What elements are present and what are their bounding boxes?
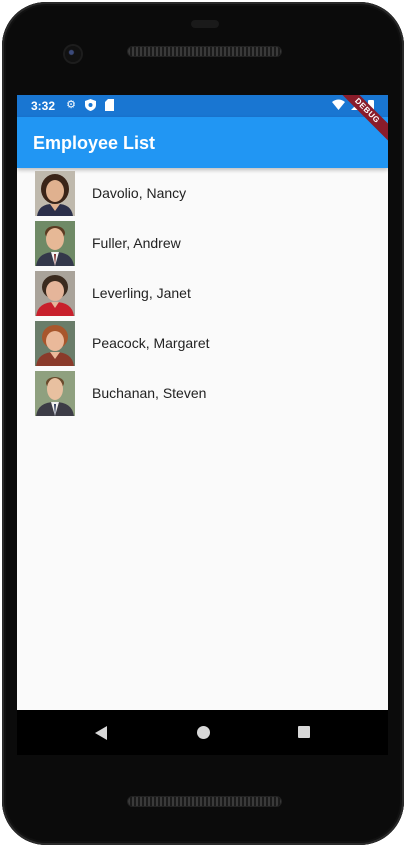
wifi-icon bbox=[332, 99, 345, 111]
earpiece-notch bbox=[191, 20, 219, 28]
app-screen: 3:32 ⚙ Employee List DEBUG Davolio, Nanc… bbox=[17, 95, 388, 710]
list-item[interactable]: Davolio, Nancy bbox=[17, 168, 388, 218]
avatar bbox=[35, 271, 75, 316]
shield-icon bbox=[84, 99, 96, 111]
list-item[interactable]: Buchanan, Steven bbox=[17, 368, 388, 418]
avatar bbox=[35, 371, 75, 416]
avatar bbox=[35, 171, 75, 216]
employee-list: Davolio, Nancy Fuller, Andrew Leverling,… bbox=[17, 168, 388, 418]
back-icon[interactable] bbox=[95, 726, 107, 740]
list-item[interactable]: Fuller, Andrew bbox=[17, 218, 388, 268]
employee-name: Peacock, Margaret bbox=[92, 335, 210, 351]
employee-name: Davolio, Nancy bbox=[92, 185, 187, 201]
home-icon[interactable] bbox=[197, 726, 210, 739]
sd-card-icon bbox=[103, 99, 115, 111]
employee-name: Leverling, Janet bbox=[92, 285, 191, 301]
employee-name: Fuller, Andrew bbox=[92, 235, 181, 251]
bottom-speaker-grille bbox=[128, 797, 281, 806]
list-item[interactable]: Peacock, Margaret bbox=[17, 318, 388, 368]
navigation-bar bbox=[17, 710, 388, 755]
recents-icon[interactable] bbox=[298, 726, 310, 738]
status-bar: 3:32 ⚙ bbox=[17, 95, 388, 117]
avatar bbox=[35, 321, 75, 366]
employee-name: Buchanan, Steven bbox=[92, 385, 207, 401]
settings-icon: ⚙ bbox=[66, 99, 76, 111]
top-speaker-grille bbox=[128, 47, 281, 56]
list-item[interactable]: Leverling, Janet bbox=[17, 268, 388, 318]
status-time: 3:32 bbox=[31, 99, 56, 113]
app-bar: Employee List bbox=[17, 117, 388, 168]
status-icons-left: ⚙ bbox=[65, 99, 115, 111]
front-camera bbox=[65, 46, 81, 62]
page-title: Employee List bbox=[33, 133, 156, 153]
avatar bbox=[35, 221, 75, 266]
